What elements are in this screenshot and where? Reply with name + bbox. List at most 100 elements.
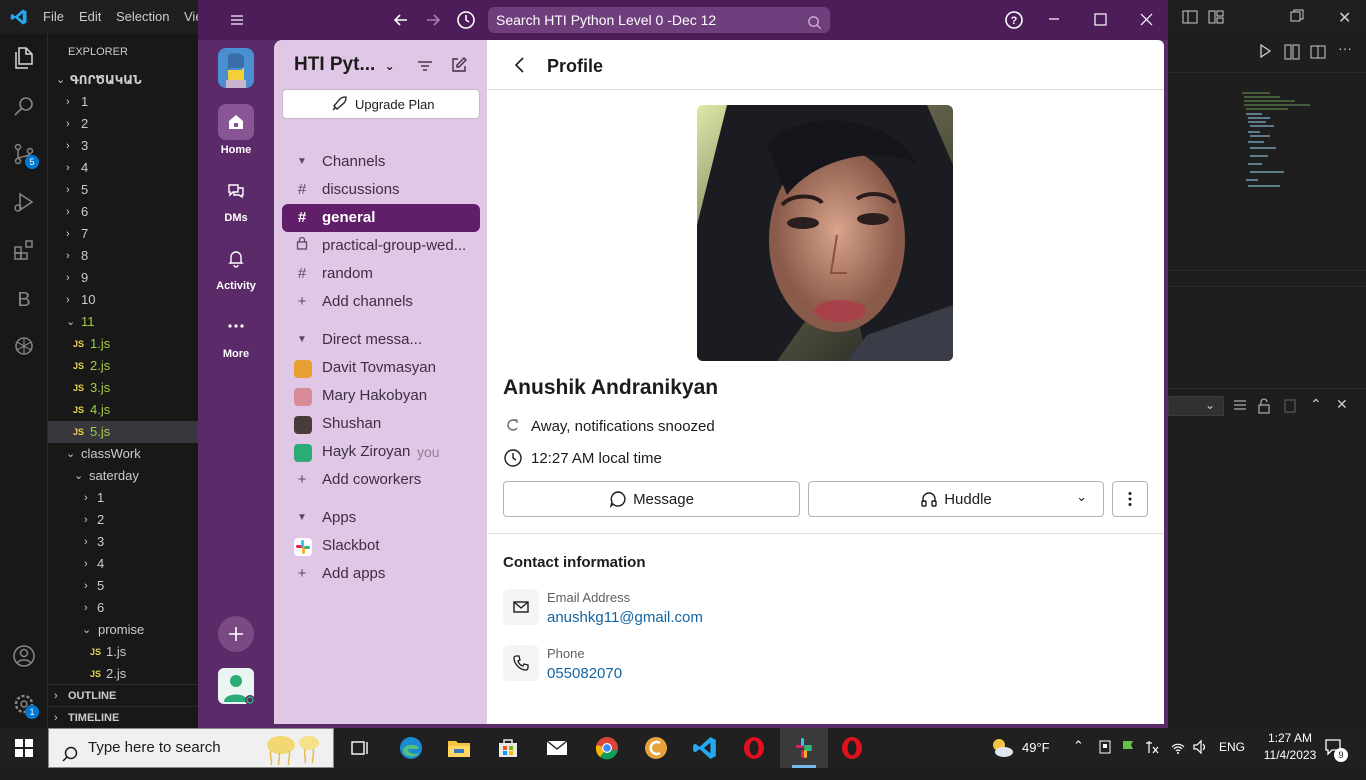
search-icon[interactable] (12, 94, 36, 118)
tree-folder[interactable]: › 2 (48, 509, 198, 531)
history-clock-icon[interactable] (456, 10, 476, 35)
vs-restore-icon[interactable] (1290, 9, 1304, 26)
language-indicator[interactable]: ENG (1219, 740, 1245, 754)
file-explorer-icon[interactable] (445, 734, 473, 762)
rail-activity[interactable]: Activity (198, 240, 274, 292)
workspace-name[interactable]: HTI Pyt... ⌄ (294, 54, 395, 76)
outline-section[interactable]: › OUTLINE (48, 684, 198, 706)
channel-item[interactable]: # general (282, 204, 480, 232)
panel-clear-icon[interactable] (1282, 398, 1298, 419)
tree-file[interactable]: JS 4.js (48, 399, 198, 421)
compare-icon[interactable] (1284, 44, 1300, 65)
panel-lock-icon[interactable] (1257, 398, 1271, 419)
microsoft-store-icon[interactable] (494, 734, 522, 762)
explorer-icon[interactable] (12, 46, 36, 70)
tree-folder[interactable]: › 10 (48, 289, 198, 311)
dm-item[interactable]: Mary Hakobyan (282, 382, 480, 410)
maximize-icon[interactable] (1092, 11, 1110, 34)
tree-folder[interactable]: › 5 (48, 575, 198, 597)
split-editor-icon[interactable] (1310, 44, 1326, 65)
back-arrow-icon[interactable] (392, 11, 410, 34)
channel-item[interactable]: # discussions (282, 176, 480, 204)
channels-section-header[interactable]: ▼ Channels (282, 148, 480, 176)
menu-edit[interactable]: Edit (79, 9, 101, 24)
filter-icon[interactable] (416, 57, 434, 80)
menu-selection[interactable]: Selection (116, 9, 169, 24)
minimize-icon[interactable] (1046, 10, 1064, 33)
opera-icon[interactable] (740, 734, 768, 762)
tree-file[interactable]: JS 2.js (48, 355, 198, 377)
add-coworkers-item[interactable]: + Add coworkers (282, 466, 480, 494)
layout-sidebar-icon[interactable] (1182, 9, 1198, 28)
more-options-button[interactable] (1112, 481, 1148, 517)
dm-section-header[interactable]: ▼ Direct messa... (282, 326, 480, 354)
more-actions-icon[interactable]: ··· (1338, 40, 1352, 56)
tree-folder[interactable]: › 7 (48, 223, 198, 245)
rail-home[interactable]: Home (198, 104, 274, 156)
tree-folder[interactable]: › 4 (48, 553, 198, 575)
edge-browser-icon[interactable] (397, 734, 425, 762)
add-workspace-button[interactable] (218, 616, 254, 652)
apps-section-header[interactable]: ▼ Apps (282, 504, 480, 532)
vscode-taskbar-icon[interactable] (691, 734, 719, 762)
huddle-chevron-icon[interactable]: ⌄ (1076, 489, 1087, 505)
tree-folder[interactable]: › 1 (48, 91, 198, 113)
ccleaner-icon[interactable] (642, 734, 670, 762)
tree-file[interactable]: JS 3.js (48, 377, 198, 399)
opera-second-icon[interactable] (838, 734, 866, 762)
add-apps-item[interactable]: + Add apps (282, 560, 480, 588)
email-link[interactable]: anushkg11@gmail.com (547, 609, 703, 626)
huddle-button[interactable]: Huddle ⌄ (808, 481, 1104, 517)
back-chevron-icon[interactable] (513, 55, 527, 80)
tree-file[interactable]: JS 1.js (48, 333, 198, 355)
tree-folder[interactable]: › 9 (48, 267, 198, 289)
chrome-icon[interactable] (593, 734, 621, 762)
extensions-icon[interactable] (12, 238, 36, 262)
tree-file[interactable]: JS 5.js (48, 421, 198, 443)
panel-close-icon[interactable]: ✕ (1336, 396, 1348, 413)
run-debug-icon[interactable] (12, 190, 36, 214)
tree-folder[interactable]: › 3 (48, 135, 198, 157)
dm-item[interactable]: Hayk Ziroyan you (282, 438, 480, 466)
tree-file[interactable]: JS 1.js (48, 641, 198, 663)
hamburger-menu-icon[interactable] (228, 11, 246, 34)
help-icon[interactable]: ? (1004, 10, 1024, 35)
tree-folder[interactable]: › 5 (48, 179, 198, 201)
tree-folder[interactable]: › 6 (48, 201, 198, 223)
chatgpt-icon[interactable] (12, 334, 36, 358)
tree-folder[interactable]: › 1 (48, 487, 198, 509)
dm-item[interactable]: Davit Tovmasyan (282, 354, 480, 382)
panel-maximize-icon[interactable]: ⌃ (1310, 396, 1322, 413)
tree-folder[interactable]: › 6 (48, 597, 198, 619)
clock-date[interactable]: 11/4/2023 (1262, 748, 1318, 762)
tree-folder-promise[interactable]: ⌄ promise (48, 619, 198, 641)
tray-ime-icon[interactable] (1144, 739, 1160, 758)
tree-folder[interactable]: › 8 (48, 245, 198, 267)
workspace-python-logo-icon[interactable] (218, 48, 254, 88)
source-control-icon[interactable]: 5 (12, 142, 39, 169)
menu-file[interactable]: File (43, 9, 64, 24)
upgrade-plan-button[interactable]: Upgrade Plan (282, 89, 480, 119)
terminal-select[interactable]: ⌄ (1168, 396, 1224, 416)
search-input[interactable]: Search HTI Python Level 0 -Dec 12 (488, 7, 830, 33)
channel-item[interactable]: practical-group-wed... (282, 232, 480, 260)
tray-chevron-up-icon[interactable]: ⌃ (1073, 738, 1084, 754)
weather-temperature[interactable]: 49°F (1022, 740, 1050, 755)
clock-time[interactable]: 1:27 AM (1262, 731, 1318, 745)
timeline-section[interactable]: › TIMELINE (48, 706, 198, 728)
tree-folder-saterday[interactable]: ⌄ saterday (48, 465, 198, 487)
tree-folder-classwork[interactable]: ⌄ classWork (48, 443, 198, 465)
slack-taskbar-active[interactable] (780, 728, 828, 768)
layout-custom-icon[interactable] (1208, 9, 1224, 28)
panel-list-icon[interactable] (1232, 398, 1248, 419)
tray-flag-icon[interactable] (1120, 739, 1136, 758)
phone-link[interactable]: 055082070 (547, 665, 622, 682)
message-button[interactable]: Message (503, 481, 800, 517)
run-file-icon[interactable] (1258, 43, 1272, 63)
taskbar-search-input[interactable]: Type here to search (48, 728, 334, 768)
rail-more[interactable]: More (198, 308, 274, 360)
forward-arrow-icon[interactable] (424, 11, 442, 34)
tree-file[interactable]: JS 2.js (48, 663, 198, 685)
app-item[interactable]: Slackbot (282, 532, 480, 560)
add-channels-item[interactable]: + Add channels (282, 288, 480, 316)
